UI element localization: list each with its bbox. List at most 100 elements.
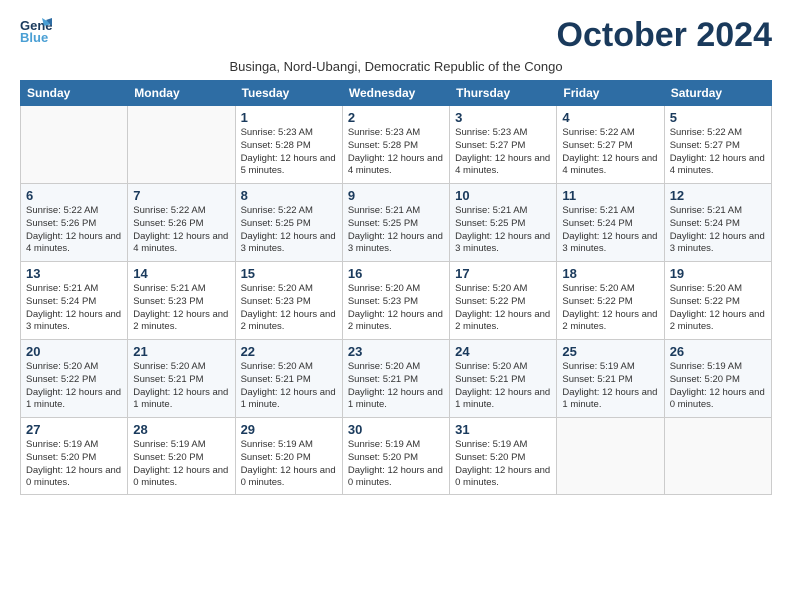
day-info: Sunrise: 5:20 AM Sunset: 5:21 PM Dayligh… bbox=[348, 361, 444, 412]
table-row: 31 Sunrise: 5:19 AM Sunset: 5:20 PM Dayli… bbox=[450, 418, 557, 495]
day-number: 28 bbox=[133, 422, 229, 437]
day-info: Sunrise: 5:21 AM Sunset: 5:24 PM Dayligh… bbox=[562, 205, 658, 256]
table-row: 25Sunrise: 5:19 AM Sunset: 5:21 PM Dayli… bbox=[557, 340, 664, 418]
day-number: 23 bbox=[348, 344, 444, 359]
table-row: 30 Sunrise: 5:19 AM Sunset: 5:20 PM Dayli… bbox=[342, 418, 449, 495]
col-friday: Friday bbox=[557, 81, 664, 106]
day-number: 6 bbox=[26, 188, 122, 203]
col-monday: Monday bbox=[128, 81, 235, 106]
day-number: 25 bbox=[562, 344, 658, 359]
day-info: Sunrise: 5:21 AM Sunset: 5:25 PM Dayligh… bbox=[455, 205, 551, 256]
table-row: 6Sunrise: 5:22 AM Sunset: 5:26 PM Daylig… bbox=[21, 184, 128, 262]
table-row: 2 Sunrise: 5:23 AM Sunset: 5:28 PM Daylig… bbox=[342, 106, 449, 184]
day-info: Sunrise: 5:20 AM Sunset: 5:22 PM Dayligh… bbox=[26, 361, 122, 412]
table-row: 13 Sunrise: 5:21 AM Sunset: 5:24 PM Dayli… bbox=[21, 262, 128, 340]
day-number: 24 bbox=[455, 344, 551, 359]
table-row: 15 Sunrise: 5:20 AM Sunset: 5:23 PM Dayli… bbox=[235, 262, 342, 340]
day-number: 7 bbox=[133, 188, 229, 203]
day-info: Sunrise: 5:20 AM Sunset: 5:22 PM Dayligh… bbox=[562, 283, 658, 334]
table-row: 10 Sunrise: 5:21 AM Sunset: 5:25 PM Dayli… bbox=[450, 184, 557, 262]
day-number: 21 bbox=[133, 344, 229, 359]
table-row bbox=[557, 418, 664, 495]
day-info: Sunrise: 5:19 AM Sunset: 5:20 PM Dayligh… bbox=[348, 439, 444, 490]
col-thursday: Thursday bbox=[450, 81, 557, 106]
day-info: Sunrise: 5:19 AM Sunset: 5:20 PM Dayligh… bbox=[455, 439, 551, 490]
table-row: 4 Sunrise: 5:22 AM Sunset: 5:27 PM Daylig… bbox=[557, 106, 664, 184]
col-tuesday: Tuesday bbox=[235, 81, 342, 106]
day-info: Sunrise: 5:19 AM Sunset: 5:20 PM Dayligh… bbox=[241, 439, 337, 490]
day-info: Sunrise: 5:21 AM Sunset: 5:24 PM Dayligh… bbox=[26, 283, 122, 334]
day-info: Sunrise: 5:20 AM Sunset: 5:23 PM Dayligh… bbox=[348, 283, 444, 334]
day-info: Sunrise: 5:22 AM Sunset: 5:25 PM Dayligh… bbox=[241, 205, 337, 256]
logo: General Blue bbox=[20, 16, 52, 49]
subtitle: Businga, Nord-Ubangi, Democratic Republi… bbox=[20, 59, 772, 74]
page: General Blue October 2024 Businga, Nord-… bbox=[0, 0, 792, 612]
day-info: Sunrise: 5:22 AM Sunset: 5:27 PM Dayligh… bbox=[562, 127, 658, 178]
day-info: Sunrise: 5:23 AM Sunset: 5:28 PM Dayligh… bbox=[348, 127, 444, 178]
day-number: 12 bbox=[670, 188, 766, 203]
day-number: 4 bbox=[562, 110, 658, 125]
day-number: 13 bbox=[26, 266, 122, 281]
day-number: 10 bbox=[455, 188, 551, 203]
day-info: Sunrise: 5:20 AM Sunset: 5:23 PM Dayligh… bbox=[241, 283, 337, 334]
day-info: Sunrise: 5:20 AM Sunset: 5:21 PM Dayligh… bbox=[455, 361, 551, 412]
day-info: Sunrise: 5:21 AM Sunset: 5:24 PM Dayligh… bbox=[670, 205, 766, 256]
day-info: Sunrise: 5:20 AM Sunset: 5:21 PM Dayligh… bbox=[241, 361, 337, 412]
day-info: Sunrise: 5:21 AM Sunset: 5:23 PM Dayligh… bbox=[133, 283, 229, 334]
table-row: 19 Sunrise: 5:20 AM Sunset: 5:22 PM Dayli… bbox=[664, 262, 771, 340]
table-row: 23 Sunrise: 5:20 AM Sunset: 5:21 PM Dayli… bbox=[342, 340, 449, 418]
table-row: 16 Sunrise: 5:20 AM Sunset: 5:23 PM Dayli… bbox=[342, 262, 449, 340]
day-number: 27 bbox=[26, 422, 122, 437]
col-saturday: Saturday bbox=[664, 81, 771, 106]
table-row: 1Sunrise: 5:23 AM Sunset: 5:28 PM Daylig… bbox=[235, 106, 342, 184]
day-number: 18 bbox=[562, 266, 658, 281]
table-row: 21 Sunrise: 5:20 AM Sunset: 5:21 PM Dayli… bbox=[128, 340, 235, 418]
day-info: Sunrise: 5:20 AM Sunset: 5:22 PM Dayligh… bbox=[670, 283, 766, 334]
day-number: 2 bbox=[348, 110, 444, 125]
day-number: 5 bbox=[670, 110, 766, 125]
day-number: 15 bbox=[241, 266, 337, 281]
day-info: Sunrise: 5:23 AM Sunset: 5:27 PM Dayligh… bbox=[455, 127, 551, 178]
day-info: Sunrise: 5:22 AM Sunset: 5:27 PM Dayligh… bbox=[670, 127, 766, 178]
table-row bbox=[664, 418, 771, 495]
calendar-table: Sunday Monday Tuesday Wednesday Thursday… bbox=[20, 80, 772, 495]
table-row bbox=[21, 106, 128, 184]
day-number: 20 bbox=[26, 344, 122, 359]
table-row bbox=[128, 106, 235, 184]
table-row: 24 Sunrise: 5:20 AM Sunset: 5:21 PM Dayli… bbox=[450, 340, 557, 418]
day-info: Sunrise: 5:19 AM Sunset: 5:20 PM Dayligh… bbox=[670, 361, 766, 412]
day-info: Sunrise: 5:19 AM Sunset: 5:20 PM Dayligh… bbox=[26, 439, 122, 490]
day-number: 22 bbox=[241, 344, 337, 359]
day-info: Sunrise: 5:19 AM Sunset: 5:20 PM Dayligh… bbox=[133, 439, 229, 490]
table-row: 29 Sunrise: 5:19 AM Sunset: 5:20 PM Dayli… bbox=[235, 418, 342, 495]
table-row: 8 Sunrise: 5:22 AM Sunset: 5:25 PM Daylig… bbox=[235, 184, 342, 262]
month-title: October 2024 bbox=[557, 16, 772, 55]
day-number: 1 bbox=[241, 110, 337, 125]
day-number: 3 bbox=[455, 110, 551, 125]
day-info: Sunrise: 5:20 AM Sunset: 5:21 PM Dayligh… bbox=[133, 361, 229, 412]
table-row: 11 Sunrise: 5:21 AM Sunset: 5:24 PM Dayli… bbox=[557, 184, 664, 262]
col-sunday: Sunday bbox=[21, 81, 128, 106]
col-wednesday: Wednesday bbox=[342, 81, 449, 106]
day-number: 30 bbox=[348, 422, 444, 437]
day-number: 26 bbox=[670, 344, 766, 359]
day-info: Sunrise: 5:22 AM Sunset: 5:26 PM Dayligh… bbox=[133, 205, 229, 256]
day-number: 9 bbox=[348, 188, 444, 203]
svg-text:Blue: Blue bbox=[20, 30, 48, 44]
day-number: 16 bbox=[348, 266, 444, 281]
day-number: 11 bbox=[562, 188, 658, 203]
day-number: 31 bbox=[455, 422, 551, 437]
day-info: Sunrise: 5:20 AM Sunset: 5:22 PM Dayligh… bbox=[455, 283, 551, 334]
table-row: 26 Sunrise: 5:19 AM Sunset: 5:20 PM Dayli… bbox=[664, 340, 771, 418]
table-row: 7 Sunrise: 5:22 AM Sunset: 5:26 PM Daylig… bbox=[128, 184, 235, 262]
day-number: 14 bbox=[133, 266, 229, 281]
day-number: 8 bbox=[241, 188, 337, 203]
table-row: 17 Sunrise: 5:20 AM Sunset: 5:22 PM Dayli… bbox=[450, 262, 557, 340]
day-number: 19 bbox=[670, 266, 766, 281]
table-row: 5 Sunrise: 5:22 AM Sunset: 5:27 PM Daylig… bbox=[664, 106, 771, 184]
calendar-header-row: Sunday Monday Tuesday Wednesday Thursday… bbox=[21, 81, 772, 106]
day-number: 29 bbox=[241, 422, 337, 437]
logo-icon: General Blue bbox=[20, 16, 52, 49]
day-number: 17 bbox=[455, 266, 551, 281]
table-row: 3 Sunrise: 5:23 AM Sunset: 5:27 PM Daylig… bbox=[450, 106, 557, 184]
